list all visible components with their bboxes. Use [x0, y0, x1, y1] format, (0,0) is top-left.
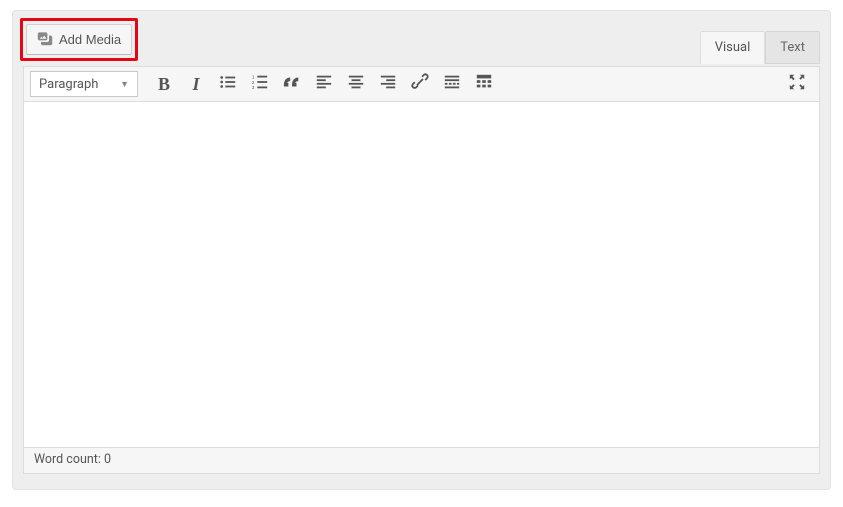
format-dropdown[interactable]: Paragraph ▼	[30, 71, 138, 97]
editor-status-bar: Word count: 0	[23, 448, 820, 474]
bullet-list-button[interactable]	[213, 69, 243, 99]
editor-container: Add Media Visual Text Paragraph ▼ B I	[12, 10, 831, 490]
align-center-icon	[347, 73, 365, 95]
fullscreen-icon	[788, 73, 806, 95]
tab-text[interactable]: Text	[765, 31, 820, 64]
bullet-list-icon	[219, 73, 237, 95]
svg-text:3: 3	[252, 85, 255, 90]
editor-toolbar: Paragraph ▼ B I 123	[23, 66, 820, 102]
link-icon	[411, 73, 429, 95]
format-dropdown-label: Paragraph	[39, 77, 98, 92]
chevron-down-icon: ▼	[120, 79, 129, 90]
tab-text-label: Text	[780, 40, 805, 55]
svg-text:1: 1	[252, 74, 255, 79]
toolbar-toggle-icon	[475, 73, 493, 95]
bold-button[interactable]: B	[149, 69, 179, 99]
link-button[interactable]	[405, 69, 435, 99]
word-count-label: Word count: 0	[34, 452, 111, 467]
editor-top-row: Add Media Visual Text	[23, 21, 820, 67]
editor-mode-tabs: Visual Text	[700, 31, 820, 64]
numbered-list-button[interactable]: 123	[245, 69, 275, 99]
numbered-list-icon: 123	[251, 73, 269, 95]
add-media-highlight: Add Media	[20, 18, 138, 61]
align-left-button[interactable]	[309, 69, 339, 99]
blockquote-button[interactable]	[277, 69, 307, 99]
editor-content-area[interactable]	[23, 102, 820, 448]
fullscreen-button[interactable]	[782, 69, 812, 99]
italic-button[interactable]: I	[181, 69, 211, 99]
align-center-button[interactable]	[341, 69, 371, 99]
blockquote-icon	[283, 73, 301, 95]
media-icon	[37, 30, 53, 49]
tab-visual-label: Visual	[715, 40, 751, 55]
read-more-button[interactable]	[437, 69, 467, 99]
read-more-icon	[443, 73, 461, 95]
align-right-icon	[379, 73, 397, 95]
svg-text:2: 2	[252, 80, 255, 85]
align-right-button[interactable]	[373, 69, 403, 99]
add-media-button[interactable]: Add Media	[26, 24, 132, 55]
align-left-icon	[315, 73, 333, 95]
tab-visual[interactable]: Visual	[700, 31, 766, 64]
add-media-label: Add Media	[59, 32, 121, 47]
toolbar-toggle-button[interactable]	[469, 69, 499, 99]
